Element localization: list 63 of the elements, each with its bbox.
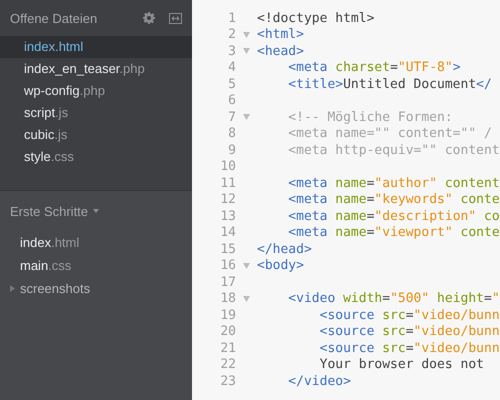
fold-arrow-icon[interactable] xyxy=(243,114,250,120)
line-number: 1 xyxy=(227,10,236,26)
line-number: 19 xyxy=(219,308,236,323)
code-line: <meta name="description" co xyxy=(287,208,500,224)
open-file-item[interactable]: index_en_teaser.php xyxy=(0,58,192,80)
code-line: <meta http-equiv="" content xyxy=(287,142,500,158)
line-number: 20 xyxy=(219,324,236,340)
open-file-item[interactable]: wp-config.php xyxy=(0,80,192,102)
panel-title: Offene Dateien xyxy=(10,10,98,26)
line-number: 2 xyxy=(227,27,236,42)
line-number: 9 xyxy=(227,142,236,158)
code-line: </head> xyxy=(257,242,312,257)
code-line: <source src="video/bunn xyxy=(318,340,500,356)
project-file-item[interactable]: index.html xyxy=(0,231,192,254)
line-number: 3 xyxy=(227,44,236,59)
code-line: <meta name="author" content xyxy=(287,176,500,191)
open-file-item[interactable]: script.js xyxy=(0,102,192,124)
line-number: 18 xyxy=(219,291,236,306)
open-file-item[interactable]: index.html xyxy=(0,36,192,58)
code-line: <!doctype html> xyxy=(257,10,374,26)
code-line: </video> xyxy=(287,374,351,389)
line-number: 10 xyxy=(219,159,236,174)
line-number: 23 xyxy=(219,374,236,389)
folder-item[interactable]: screenshots xyxy=(20,277,90,300)
code-line: <html> xyxy=(257,27,304,42)
code-line: <title>Untitled Document</ xyxy=(287,76,492,92)
project-file-item[interactable]: main.css xyxy=(0,254,192,277)
line-number: 5 xyxy=(227,76,236,92)
line-number: 11 xyxy=(219,176,236,191)
line-number: 13 xyxy=(219,208,236,224)
code-line: <source src="video/bunn xyxy=(318,308,500,323)
settings-icon[interactable] xyxy=(143,12,155,24)
code-line: <!-- Mögliche Formen: xyxy=(287,110,453,125)
expand-arrow-icon[interactable] xyxy=(10,285,16,292)
code-line: <head> xyxy=(257,44,304,59)
code-line: <body> xyxy=(257,258,304,274)
code-line: <meta name="keywords" conte xyxy=(287,192,500,208)
code-line: <source src="video/bunn xyxy=(318,324,500,340)
line-number: 14 xyxy=(219,225,236,240)
caret-icon[interactable] xyxy=(93,209,100,213)
code-line: Your browser does not xyxy=(318,357,484,372)
fold-arrow-icon[interactable] xyxy=(243,262,250,269)
line-number: 12 xyxy=(219,192,236,208)
split-view-icon[interactable] xyxy=(169,12,182,24)
code-line: <meta name="viewport" conte xyxy=(287,225,500,240)
project-title[interactable]: Erste Schritte xyxy=(10,204,88,218)
line-number: 8 xyxy=(227,126,236,142)
open-file-item[interactable]: style.css xyxy=(0,146,192,168)
line-number: 21 xyxy=(219,340,236,356)
code-line: <video width="500" height=" xyxy=(287,291,500,306)
line-number: 6 xyxy=(227,93,236,108)
line-number: 17 xyxy=(219,274,236,290)
line-number: 22 xyxy=(219,357,236,372)
code-line: <meta name="" content="" / xyxy=(287,126,492,142)
code-line: <meta charset="UTF-8"> xyxy=(287,60,461,76)
fold-arrow-icon[interactable] xyxy=(243,296,250,302)
fold-arrow-icon[interactable] xyxy=(243,32,250,38)
fold-arrow-icon[interactable] xyxy=(243,48,250,54)
line-number: 7 xyxy=(227,110,236,125)
line-number: 15 xyxy=(219,242,236,257)
line-number: 4 xyxy=(227,60,236,76)
line-number: 16 xyxy=(219,258,236,274)
open-file-item[interactable]: cubic.js xyxy=(0,124,192,146)
